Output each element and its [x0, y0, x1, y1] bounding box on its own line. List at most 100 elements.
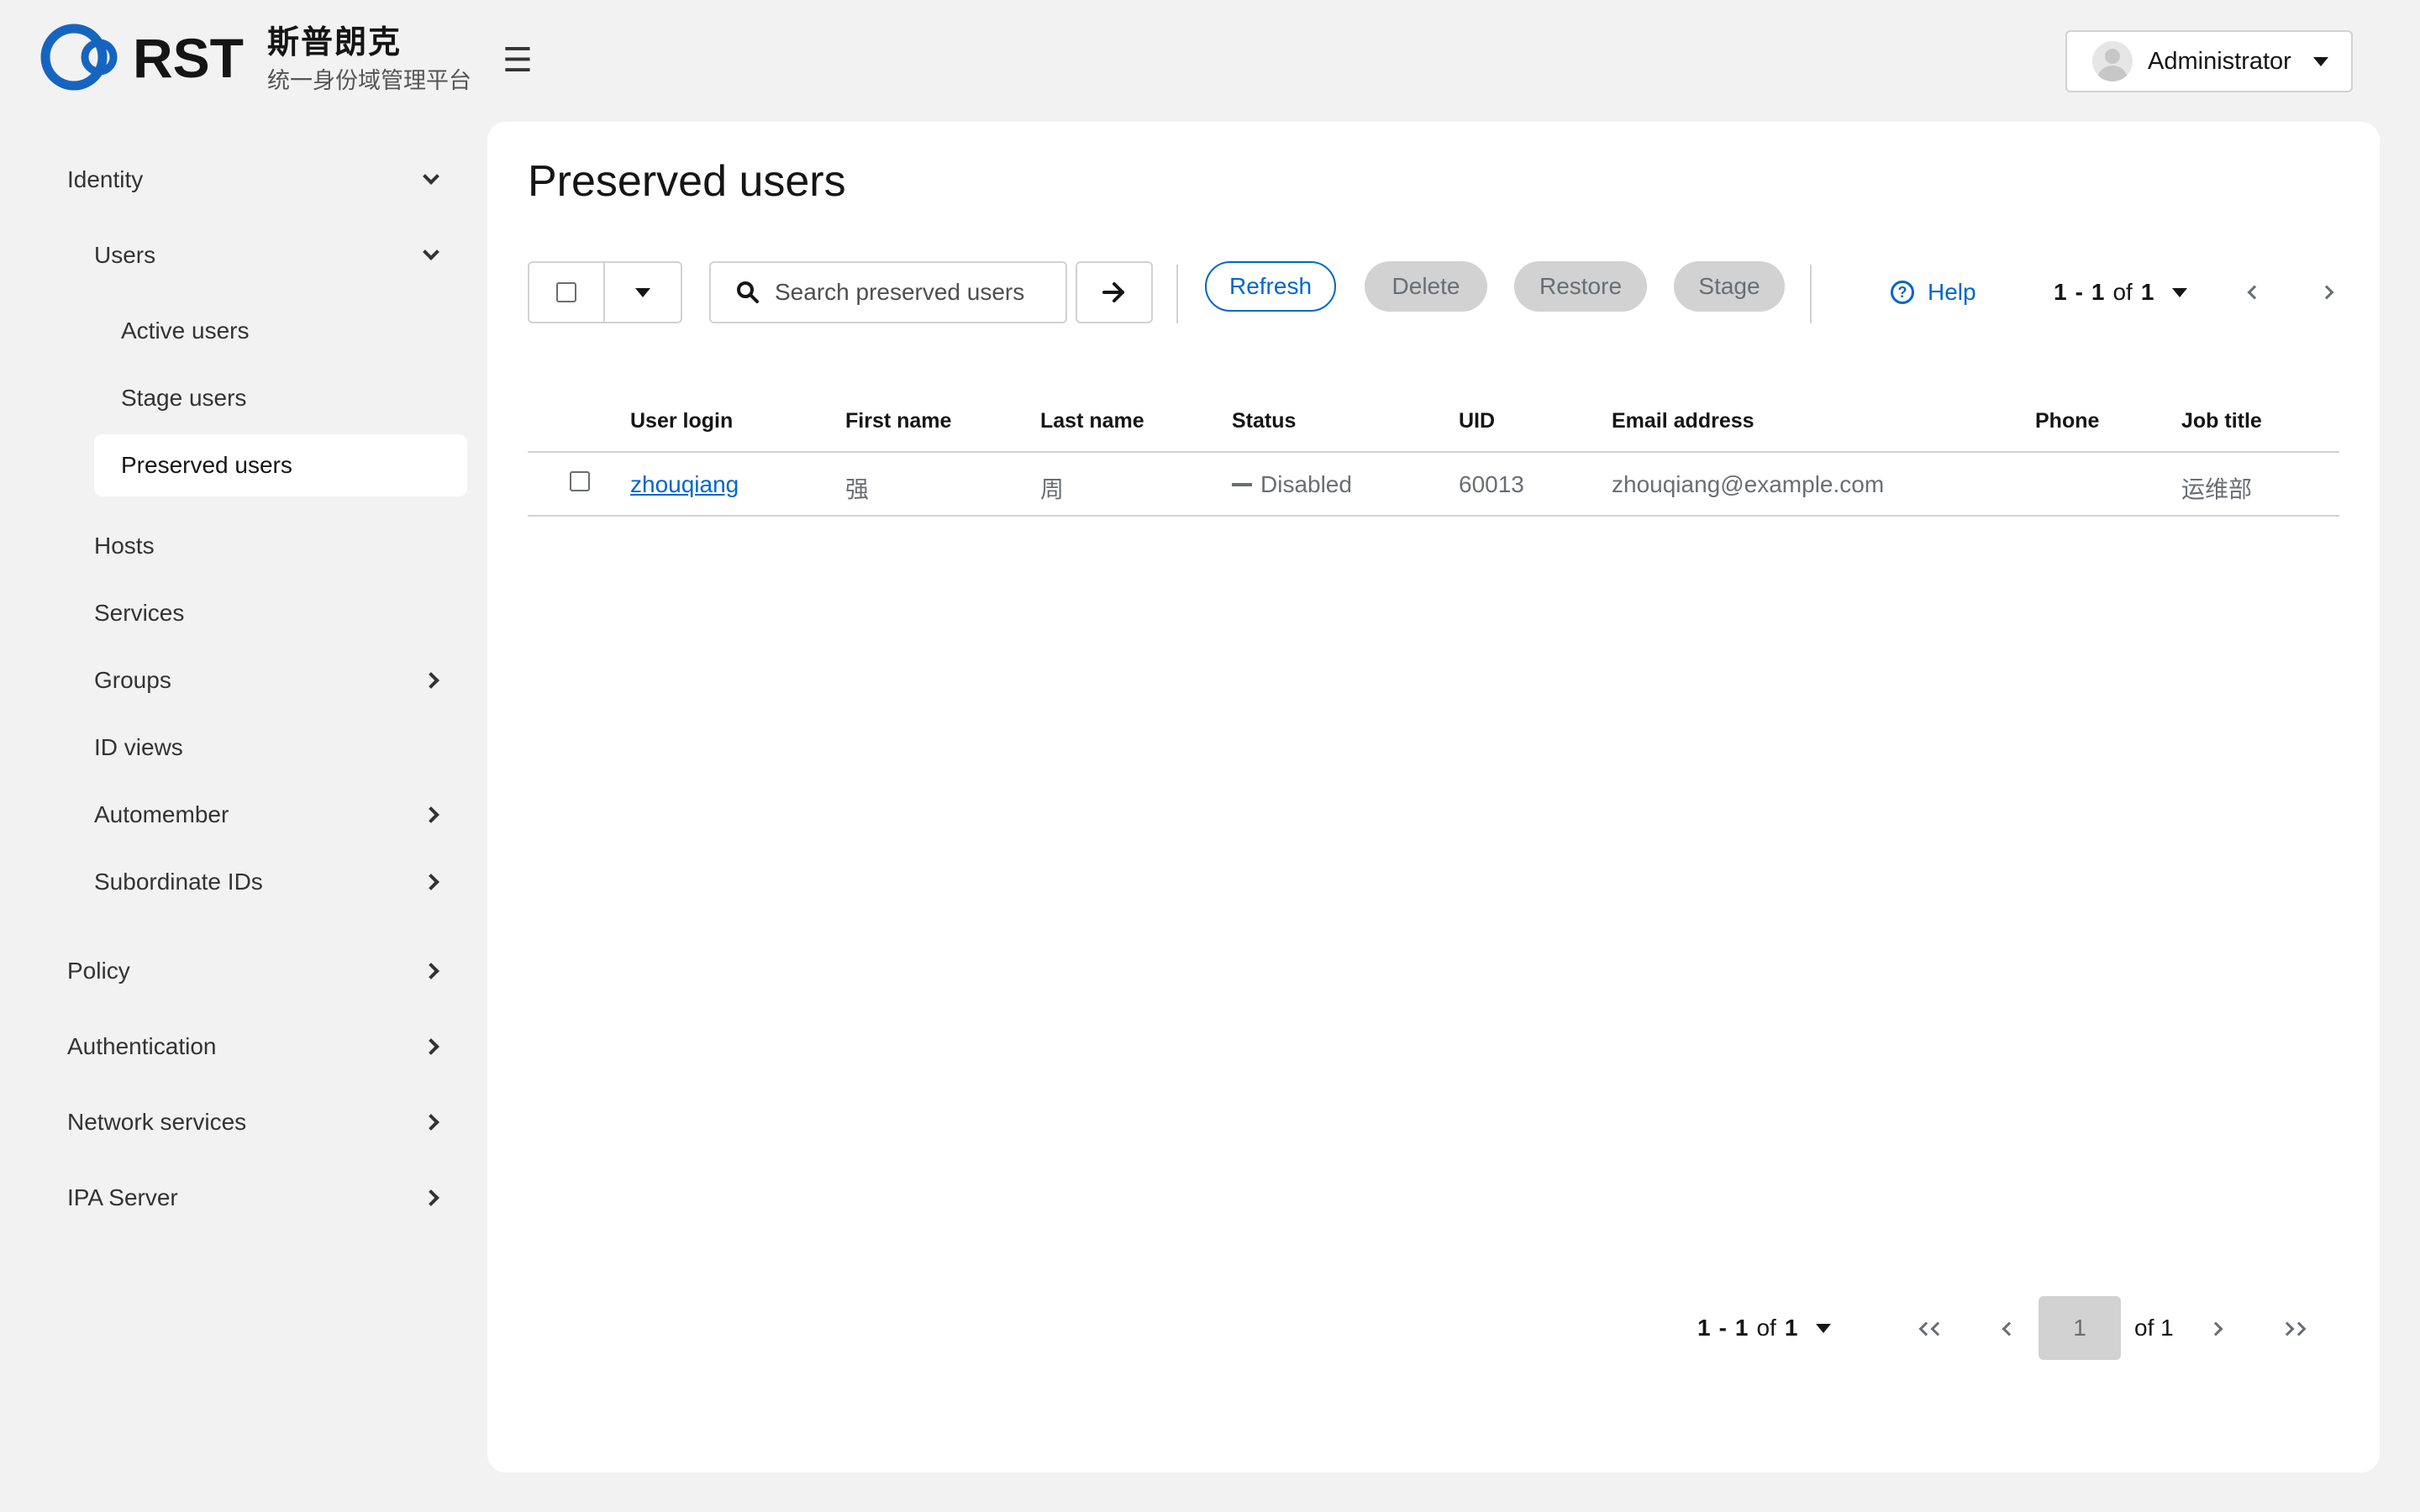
sidebar-nav: Identity Users Active users Stage users …: [0, 122, 487, 1512]
search-input[interactable]: [775, 279, 1060, 306]
col-email[interactable]: Email address: [1612, 409, 1754, 433]
nav-id-views[interactable]: ID views: [94, 717, 437, 779]
col-first-name[interactable]: First name: [845, 409, 951, 433]
brand-logo-mark: RST: [40, 24, 244, 91]
hamburger-icon[interactable]: ☰: [502, 40, 533, 81]
nav-groups[interactable]: Groups: [94, 649, 439, 711]
nav-groups-label: Groups: [94, 667, 171, 693]
nav-policy[interactable]: Policy: [67, 940, 439, 1002]
refresh-button[interactable]: Refresh: [1205, 261, 1336, 312]
caret-down-icon: [2312, 56, 2328, 66]
nav-subordinate-ids-label: Subordinate IDs: [94, 869, 263, 895]
col-phone[interactable]: Phone: [2035, 409, 2099, 433]
page-range-end: 1: [2091, 279, 2105, 305]
nav-hosts-label: Hosts: [94, 533, 155, 559]
cell-job-title: 运维部: [2181, 476, 2253, 502]
nav-active-users-label: Active users: [121, 318, 250, 344]
page-total: 1: [1784, 1315, 1798, 1341]
prev-page-button-bottom[interactable]: [1991, 1313, 2023, 1345]
user-login-link[interactable]: zhouqiang: [630, 471, 739, 498]
cell-first-name: 强: [845, 476, 870, 502]
first-page-button[interactable]: [1916, 1313, 1948, 1345]
next-page-button[interactable]: [2314, 278, 2343, 307]
row-select-checkbox[interactable]: [570, 471, 590, 491]
nav-ipa-server[interactable]: IPA Server: [67, 1167, 439, 1229]
preserved-users-table: User login First name Last name Status U…: [528, 391, 2339, 517]
nav-ipa-server-label: IPA Server: [67, 1184, 178, 1210]
nav-identity[interactable]: Identity: [67, 149, 439, 211]
main-panel: Preserved users Search preserved users R…: [487, 122, 2380, 1473]
cell-status: Disabled: [1232, 471, 1352, 498]
prev-page-button[interactable]: [2238, 278, 2267, 307]
select-all-checkbox[interactable]: [556, 282, 576, 302]
page-of-word: of: [1756, 1315, 1776, 1341]
search-icon: [737, 281, 759, 303]
page-range-start: 1: [1697, 1315, 1711, 1341]
nav-network-services-label: Network services: [67, 1109, 247, 1135]
search-box: [709, 261, 1067, 323]
user-avatar-icon: [2092, 41, 2133, 81]
double-chevron-left-icon: [1918, 1321, 1945, 1336]
page-total: 1: [2140, 279, 2154, 305]
help-label: Help: [1928, 279, 1976, 305]
nav-hosts[interactable]: Hosts: [94, 515, 437, 577]
delete-button[interactable]: Delete: [1365, 261, 1487, 312]
nav-preserved-users-label: Preserved users: [121, 452, 292, 478]
pagination-summary-bottom[interactable]: 1 - 1 of 1: [1697, 1296, 1832, 1360]
nav-identity-label: Identity: [67, 166, 144, 192]
chevron-right-icon: [423, 874, 439, 890]
nav-active-users[interactable]: Active users: [94, 300, 467, 362]
nav-authentication[interactable]: Authentication: [67, 1016, 439, 1078]
stage-button[interactable]: Stage: [1674, 261, 1785, 312]
last-page-button[interactable]: [2277, 1313, 2309, 1345]
restore-button[interactable]: Restore: [1514, 261, 1647, 312]
caret-down-icon: [2172, 287, 2188, 297]
nav-id-views-label: ID views: [94, 734, 183, 760]
double-chevron-right-icon: [2280, 1321, 2307, 1336]
col-job-title[interactable]: Job title: [2181, 409, 2262, 433]
nav-services[interactable]: Services: [94, 582, 437, 644]
nav-users[interactable]: Users: [94, 224, 439, 286]
pagination-bottom: 1 - 1 of 1 1 of 1: [487, 1296, 2380, 1360]
col-uid[interactable]: UID: [1459, 409, 1495, 433]
chevron-right-icon: [423, 1114, 439, 1131]
help-link[interactable]: ? Help: [1891, 261, 1976, 323]
bulk-select-checkbox-area[interactable]: [529, 263, 605, 322]
chevron-down-icon: [423, 244, 439, 260]
toolbar: Refresh Delete Restore Stage ? Help 1 - …: [528, 261, 2339, 323]
pagination-summary-top[interactable]: 1 - 1 of 1: [2054, 261, 2188, 323]
nav-authentication-label: Authentication: [67, 1033, 217, 1059]
toolbar-divider: [1176, 265, 1178, 323]
nav-preserved-users[interactable]: Preserved users: [94, 434, 467, 496]
toolbar-divider: [1810, 265, 1812, 323]
current-page-input[interactable]: 1: [2039, 1296, 2121, 1360]
status-disabled-icon: [1232, 482, 1252, 486]
page-range-dash: -: [2075, 279, 2083, 305]
nav-automember-label: Automember: [94, 801, 229, 827]
col-user-login[interactable]: User login: [630, 409, 733, 433]
bulk-select-dropdown[interactable]: [605, 263, 681, 322]
cell-email: zhouqiang@example.com: [1612, 471, 1885, 497]
chevron-right-icon: [2208, 1321, 2223, 1336]
user-menu-toggle[interactable]: Administrator: [2065, 30, 2353, 92]
col-status[interactable]: Status: [1232, 409, 1296, 433]
page-title: Preserved users: [528, 157, 846, 206]
caret-down-icon: [1816, 1323, 1832, 1333]
page-range-end: 1: [1734, 1315, 1749, 1341]
col-last-name[interactable]: Last name: [1040, 409, 1144, 433]
nav-users-label: Users: [94, 242, 156, 268]
chevron-right-icon: [423, 1189, 439, 1206]
table-header: User login First name Last name Status U…: [528, 391, 2339, 453]
nav-stage-users[interactable]: Stage users: [94, 367, 467, 429]
nav-network-services[interactable]: Network services: [67, 1091, 439, 1153]
next-page-button-bottom[interactable]: [2202, 1313, 2233, 1345]
brand-logo[interactable]: RST: [39, 22, 260, 92]
page-of-word: of: [2112, 279, 2133, 305]
nav-policy-label: Policy: [67, 958, 130, 984]
brand-title: 斯普朗克: [267, 25, 402, 60]
search-submit-button[interactable]: [1076, 261, 1153, 323]
nav-automember[interactable]: Automember: [94, 784, 439, 846]
chevron-left-icon: [2247, 285, 2262, 300]
chevron-right-icon: [423, 1038, 439, 1055]
nav-subordinate-ids[interactable]: Subordinate IDs: [94, 851, 439, 913]
